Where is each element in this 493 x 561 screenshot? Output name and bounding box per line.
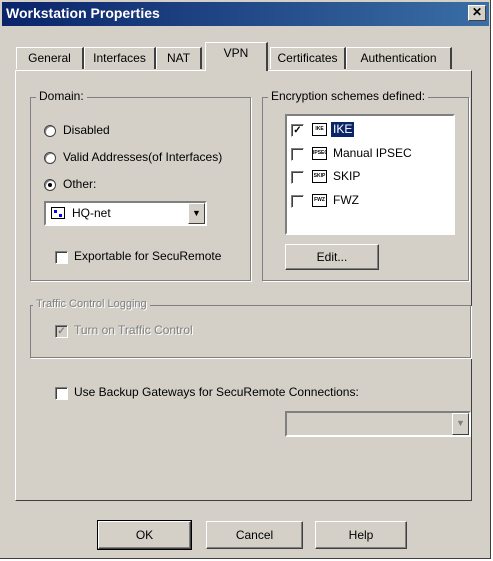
encryption-group-label: Encryption schemes defined: xyxy=(268,89,429,103)
scheme-label: Manual IPSEC xyxy=(333,146,412,160)
scheme-label: SKIP xyxy=(333,169,361,183)
dropdown-button: ▼ xyxy=(452,413,469,435)
cancel-button[interactable]: Cancel xyxy=(206,521,303,549)
ike-icon: IKE xyxy=(312,123,327,136)
backup-gateway-select: ▼ xyxy=(285,411,471,437)
list-item[interactable]: ✓ IKE IKE xyxy=(291,121,453,139)
traffic-control-checkbox: ✓ xyxy=(55,325,68,338)
radio-valid-addresses-label: Valid Addresses(of Interfaces) xyxy=(63,150,223,164)
tab-label: Interfaces xyxy=(93,51,146,65)
other-domain-value: HQ-net xyxy=(72,206,111,220)
radio-valid-addresses[interactable] xyxy=(44,152,56,164)
skip-icon: SKIP xyxy=(312,170,327,183)
check-icon: ✓ xyxy=(293,125,302,136)
exportable-checkbox[interactable] xyxy=(55,251,68,264)
tab-interfaces[interactable]: Interfaces xyxy=(84,47,156,69)
tab-label: NAT xyxy=(166,51,191,65)
domain-group-label: Domain: xyxy=(36,89,87,103)
scheme-checkbox[interactable] xyxy=(291,195,304,208)
ipsec-icon: IPSEC xyxy=(312,147,327,160)
chevron-down-icon: ▼ xyxy=(192,208,201,218)
chevron-down-icon: ▼ xyxy=(456,418,465,428)
list-item[interactable]: FWZ FWZ xyxy=(291,192,453,210)
fwz-icon: FWZ xyxy=(312,194,327,207)
tab-label: VPN xyxy=(223,46,249,60)
scheme-checkbox[interactable] xyxy=(291,148,304,161)
list-item[interactable]: SKIP SKIP xyxy=(291,168,453,186)
dialog-window: Workstation Properties ✕ General Interfa… xyxy=(0,0,491,559)
exportable-label: Exportable for SecuRemote xyxy=(74,249,222,263)
scheme-checkbox[interactable] xyxy=(291,171,304,184)
tab-vpn[interactable]: VPN xyxy=(205,42,268,71)
help-button[interactable]: Help xyxy=(315,521,407,549)
tab-general[interactable]: General xyxy=(16,47,84,69)
window-title: Workstation Properties xyxy=(6,5,160,21)
scheme-checkbox[interactable]: ✓ xyxy=(291,124,304,137)
radio-other[interactable] xyxy=(44,179,56,191)
tab-authentication[interactable]: Authentication xyxy=(346,47,452,69)
dropdown-button[interactable]: ▼ xyxy=(188,203,205,224)
close-button[interactable]: ✕ xyxy=(468,5,486,21)
tab-label: General xyxy=(28,51,71,65)
other-domain-select[interactable]: HQ-net ▼ xyxy=(44,201,207,226)
list-item[interactable]: IPSEC Manual IPSEC xyxy=(291,145,453,163)
tab-nat[interactable]: NAT xyxy=(156,47,202,69)
traffic-control-label: Turn on Traffic Control xyxy=(74,323,193,337)
tab-certificates[interactable]: Certificates xyxy=(270,47,346,69)
tab-label: Authentication xyxy=(360,51,437,65)
edit-button[interactable]: Edit... xyxy=(285,244,379,270)
check-icon: ✓ xyxy=(57,326,66,337)
scheme-label: FWZ xyxy=(333,193,359,207)
traffic-control-group-label: Traffic Control Logging xyxy=(33,298,150,310)
network-object-icon xyxy=(51,207,65,219)
radio-other-label: Other: xyxy=(63,177,97,191)
title-bar[interactable]: Workstation Properties ✕ xyxy=(2,2,489,26)
encryption-schemes-list: ✓ IKE IKE IPSEC Manual IPSEC SKIP SKIP F… xyxy=(285,114,455,235)
radio-disabled-label: Disabled xyxy=(63,123,110,137)
backup-gateways-label: Use Backup Gateways for SecuRemote Conne… xyxy=(74,385,359,399)
close-icon: ✕ xyxy=(471,5,483,19)
tab-label: Certificates xyxy=(277,51,338,65)
radio-disabled[interactable] xyxy=(44,125,56,137)
ok-button[interactable]: OK xyxy=(97,520,192,550)
backup-gateways-checkbox[interactable] xyxy=(55,387,68,400)
scheme-label: IKE xyxy=(331,122,355,137)
